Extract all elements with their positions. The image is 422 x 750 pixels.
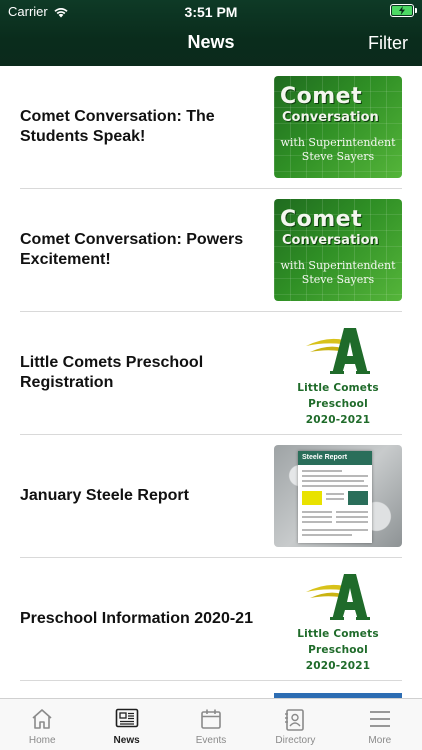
logo-caption-line1: Little Comets Preschool bbox=[297, 628, 379, 656]
logo-caption-line2: 2020-2021 Registration bbox=[305, 660, 371, 670]
news-item-title: Comet Conversation: Powers Excitement! bbox=[20, 231, 244, 268]
thumb-subtitle-line1: with Superintendent bbox=[280, 136, 396, 149]
filter-button[interactable]: Filter bbox=[368, 33, 408, 54]
thumb-subtitle-line2: Steve Sayers bbox=[301, 273, 375, 286]
app-header: Carrier 3:51 PM News Filter bbox=[0, 0, 422, 66]
tab-more[interactable]: More bbox=[338, 699, 422, 750]
logo-caption: Little Comets Preschool 2020-2021 Regist… bbox=[274, 626, 402, 670]
news-item[interactable]: Preschool Information 2020-21 Little Com… bbox=[0, 558, 422, 681]
report-header: Steele Report bbox=[298, 451, 372, 465]
thumb-subtitle: with Superintendent Steve Sayers bbox=[274, 259, 402, 287]
news-item-title: Little Comets Preschool Registration bbox=[20, 354, 204, 391]
news-item[interactable]: Comet Conversation: The Students Speak! … bbox=[0, 66, 422, 189]
tab-home[interactable]: Home bbox=[0, 699, 84, 750]
calendar-icon bbox=[201, 709, 221, 729]
tab-label: Events bbox=[195, 735, 227, 746]
charging-bolt-icon bbox=[399, 6, 405, 15]
logo-caption: Little Comets Preschool 2020-2021 Regist… bbox=[274, 380, 402, 424]
news-item[interactable]: Comet Conversation: Powers Excitement! C… bbox=[0, 189, 422, 312]
thumb-subtitle-line2: Steve Sayers bbox=[301, 150, 375, 163]
news-item[interactable]: January Steele Report Steele Report bbox=[0, 435, 422, 558]
thumb-comet-word: Comet bbox=[280, 207, 363, 232]
news-item-thumbnail: Comet Conversation with Superintendent S… bbox=[274, 76, 402, 178]
battery-icon bbox=[390, 4, 417, 17]
page-title: News bbox=[187, 32, 235, 52]
news-item-thumbnail: Little Comets Preschool 2020-2021 Regist… bbox=[274, 568, 402, 670]
thumb-subtitle-line1: with Superintendent bbox=[280, 259, 396, 272]
menu-icon bbox=[369, 711, 390, 727]
tab-news[interactable]: News bbox=[84, 699, 168, 750]
comets-logo-icon bbox=[306, 328, 370, 374]
news-item-thumbnail: Little Comets Preschool 2020-2021 Regist… bbox=[274, 322, 402, 424]
divider bbox=[20, 680, 402, 681]
thumb-conversation-word: Conversation bbox=[282, 110, 379, 125]
comets-logo-icon bbox=[306, 574, 370, 620]
news-item-thumbnail: Steele Report bbox=[274, 445, 402, 547]
tab-directory[interactable]: Directory bbox=[253, 699, 337, 750]
news-item-title: January Steele Report bbox=[20, 487, 189, 504]
home-icon bbox=[32, 709, 52, 729]
status-bar: Carrier 3:51 PM bbox=[0, 0, 422, 22]
logo-caption-line2: 2020-2021 Registration bbox=[305, 414, 371, 424]
tab-events[interactable]: Events bbox=[169, 699, 253, 750]
tab-label: News bbox=[113, 735, 140, 746]
news-item-title: Preschool Information 2020-21 bbox=[20, 610, 253, 627]
report-page-image: Steele Report bbox=[298, 451, 372, 543]
news-item-title: Comet Conversation: The Students Speak! bbox=[20, 108, 215, 145]
news-icon bbox=[115, 708, 138, 728]
thumb-conversation-word: Conversation bbox=[282, 233, 379, 248]
tab-bar: Home News Events Directory More bbox=[0, 698, 422, 750]
thumb-subtitle: with Superintendent Steve Sayers bbox=[274, 136, 402, 164]
news-item-thumbnail: Comet Conversation with Superintendent S… bbox=[274, 199, 402, 301]
news-list[interactable]: Comet Conversation: The Students Speak! … bbox=[0, 66, 422, 698]
news-item[interactable]: Little Comets Preschool Registration Lit… bbox=[0, 312, 422, 435]
status-time: 3:51 PM bbox=[184, 4, 238, 20]
thumb-comet-word: Comet bbox=[280, 84, 363, 109]
logo-caption-line1: Little Comets Preschool bbox=[297, 382, 379, 410]
directory-icon bbox=[285, 709, 305, 731]
tab-label: Directory bbox=[275, 735, 316, 746]
tab-label: More bbox=[368, 735, 392, 746]
tab-label: Home bbox=[28, 735, 56, 746]
